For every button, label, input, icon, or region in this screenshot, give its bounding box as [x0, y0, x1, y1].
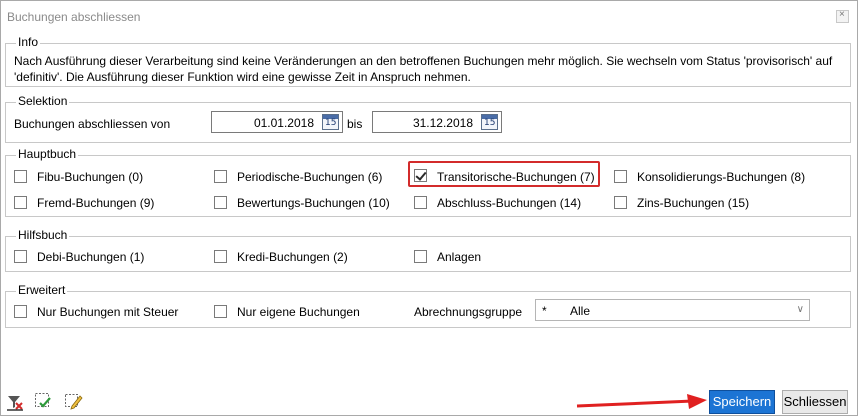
checkbox-label: Fibu-Buchungen (0) [37, 170, 144, 184]
abrechnungsgruppe-select[interactable]: * Alle ∨ [535, 299, 810, 321]
checkbox-anlagen[interactable] [414, 250, 427, 263]
hauptbuch-group: Hauptbuch Fibu-Buchungen (0) Periodische… [5, 147, 851, 217]
selektion-group: Selektion Buchungen abschliessen von 01.… [5, 94, 851, 143]
checkbox-bewertungs[interactable] [214, 196, 227, 209]
checkbox-kredi[interactable] [214, 250, 227, 263]
select-all-icon[interactable] [33, 391, 53, 411]
erweitert-legend: Erweitert [16, 283, 68, 297]
chevron-down-icon: ∨ [796, 304, 804, 315]
checkbox-nur-eigene[interactable] [214, 305, 227, 318]
checkbox-label: Zins-Buchungen (15) [637, 196, 750, 210]
checkbox-label: Fremd-Buchungen (9) [37, 196, 155, 210]
dialog-window: Buchungen abschliessen × Info Nach Ausfü… [0, 0, 858, 416]
checkbox-label: Anlagen [437, 250, 482, 264]
checkbox-label: Kredi-Buchungen (2) [237, 250, 348, 264]
checkbox-fremd[interactable] [14, 196, 27, 209]
combo-code: * [542, 304, 547, 318]
checkbox-periodische[interactable] [214, 170, 227, 183]
checkbox-label: Bewertungs-Buchungen (10) [237, 196, 390, 210]
info-legend: Info [16, 35, 41, 49]
info-group: Info Nach Ausführung dieser Verarbeitung… [5, 35, 851, 87]
checkbox-label: Nur Buchungen mit Steuer [37, 305, 179, 319]
checkbox-label: Konsolidierungs-Buchungen (8) [637, 170, 806, 184]
date-from-label: Buchungen abschliessen von [14, 117, 171, 131]
close-window-button[interactable]: × [836, 9, 849, 23]
combo-value: Alle [570, 304, 591, 318]
title-bar: Buchungen abschliessen × [1, 1, 857, 31]
hilfsbuch-group: Hilfsbuch Debi-Buchungen (1) Kredi-Buchu… [5, 228, 851, 272]
checkbox-fibu[interactable] [14, 170, 27, 183]
checkbox-konsolidierungs[interactable] [614, 170, 627, 183]
erweitert-group: Erweitert Nur Buchungen mit Steuer Nur e… [5, 283, 851, 328]
checkbox-label: Periodische-Buchungen (6) [237, 170, 383, 184]
selektion-legend: Selektion [16, 94, 70, 108]
close-icon: × [839, 9, 845, 20]
save-button[interactable]: Speichern [709, 390, 775, 414]
abrechnungsgruppe-label: Abrechnungsgruppe [414, 305, 523, 319]
date-to-label: bis [347, 117, 363, 131]
checkbox-debi[interactable] [14, 250, 27, 263]
window-title: Buchungen abschliessen [7, 10, 141, 24]
info-text: Nach Ausführung dieser Verarbeitung sind… [14, 54, 833, 84]
calendar-icon[interactable]: 15 [322, 114, 339, 130]
edit-selection-icon[interactable] [63, 391, 83, 411]
date-from-value: 01.01.2018 [253, 116, 314, 130]
checkbox-nur-steuer[interactable] [14, 305, 27, 318]
checkbox-abschluss[interactable] [414, 196, 427, 209]
checkbox-label: Debi-Buchungen (1) [37, 250, 145, 264]
hilfsbuch-legend: Hilfsbuch [16, 228, 70, 242]
checkbox-transitorische[interactable] [414, 169, 427, 182]
checkbox-label: Transitorische-Buchungen (7) [437, 170, 595, 184]
calendar-icon[interactable]: 15 [481, 114, 498, 130]
checkbox-zins[interactable] [614, 196, 627, 209]
clear-filter-icon[interactable] [5, 392, 25, 412]
checkbox-label: Nur eigene Buchungen [237, 305, 360, 319]
annotation-arrow [576, 394, 707, 409]
date-to-value: 31.12.2018 [412, 116, 473, 130]
schliessen-button[interactable]: Schliessen [782, 390, 848, 414]
date-from-input[interactable]: 01.01.2018 15 [211, 111, 343, 133]
hauptbuch-legend: Hauptbuch [16, 147, 79, 161]
date-to-input[interactable]: 31.12.2018 15 [372, 111, 502, 133]
checkbox-label: Abschluss-Buchungen (14) [437, 196, 582, 210]
